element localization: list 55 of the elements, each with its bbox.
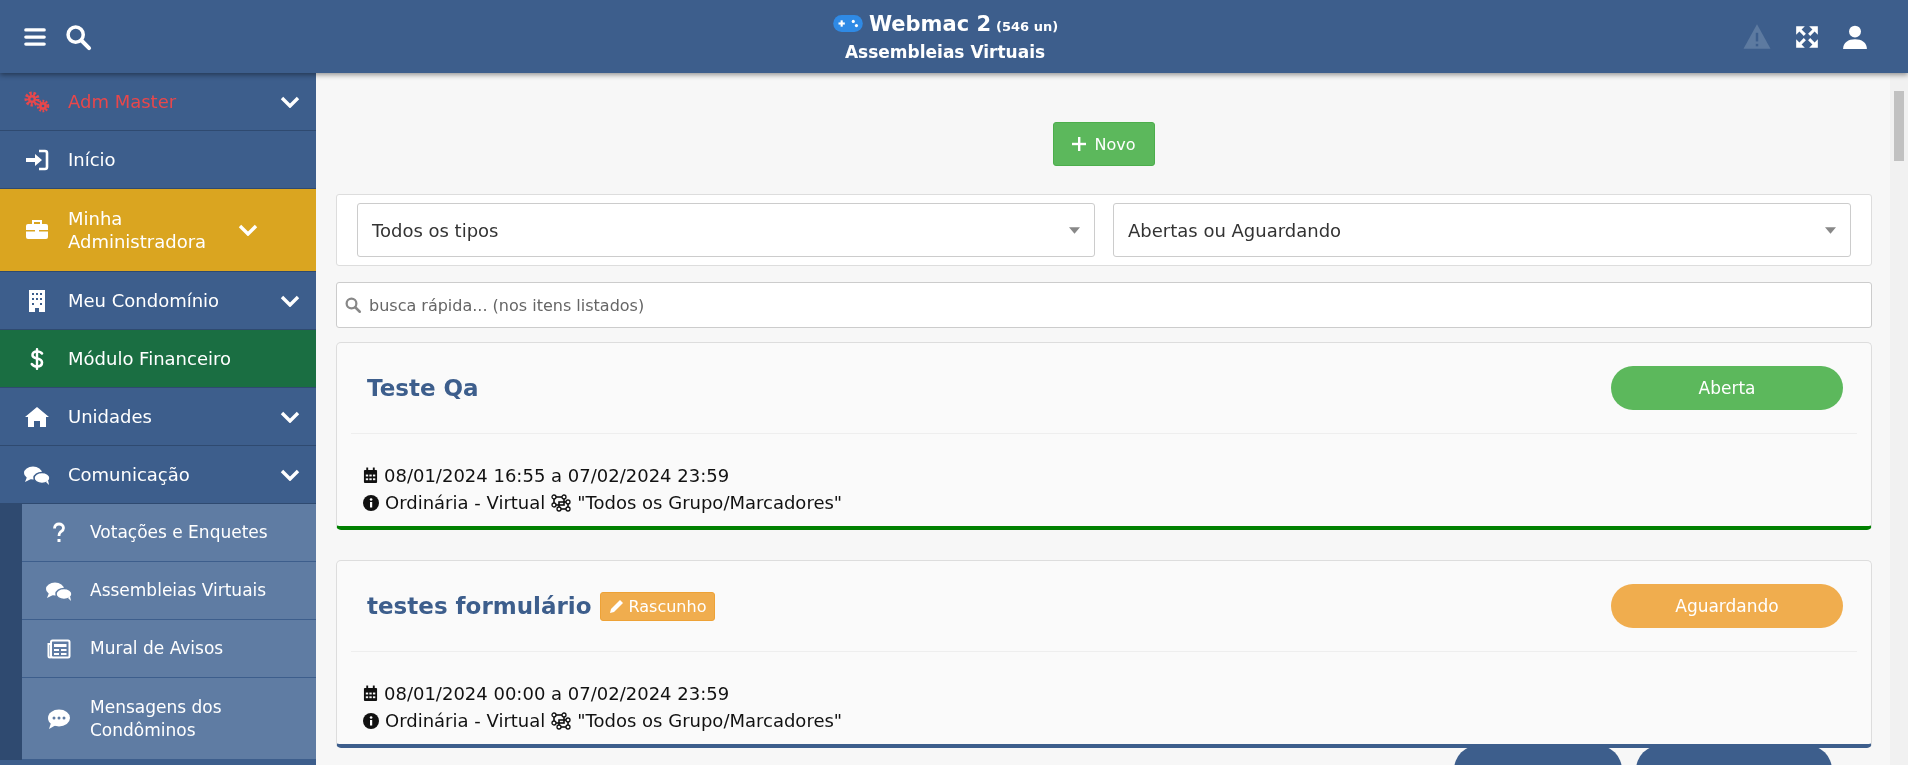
date-range: 08/01/2024 16:55 a 07/02/2024 23:59 [384, 465, 730, 486]
draft-badge: Rascunho [599, 591, 716, 621]
sidebar-item[interactable]: Módulo Financeiro [0, 330, 316, 388]
search-icon [344, 296, 362, 314]
submenu-item[interactable]: Votações e Enquetes [22, 504, 316, 562]
fullscreen-icon[interactable] [1794, 23, 1820, 50]
sidebar-item[interactable]: Unidades [0, 388, 316, 446]
group-filter: "Todos os Grupo/Marcadores" [577, 492, 843, 513]
gamepad-icon [831, 14, 864, 33]
comment-icon [47, 707, 71, 730]
page-title: Assembleias Virtuais [844, 41, 1046, 62]
dollar-icon [29, 346, 45, 371]
sign-in-icon [25, 148, 49, 171]
card-title: testes formulário [367, 593, 592, 619]
chevron-down-icon [280, 294, 300, 307]
submenu-item[interactable]: Assembleias Virtuais [22, 562, 316, 620]
filter-dropdown[interactable]: Todos os tipos [357, 203, 1095, 257]
assembly-card[interactable]: testes formulário Rascunho Aguardando 08/01/2024 00:00 a 07/02/2024 23:59 Ordinária - Virtual "Todos os Grupo/Marcadores" [336, 560, 1872, 748]
search-field[interactable]: busca rápida... (nos itens listados) [336, 282, 1872, 328]
plus-icon [1072, 137, 1087, 151]
info-icon [363, 712, 379, 729]
building-icon [28, 288, 46, 313]
status-badge: Aberta [1611, 366, 1843, 410]
group-filter: "Todos os Grupo/Marcadores" [577, 710, 843, 731]
search-icon[interactable] [64, 22, 92, 51]
pencil-icon [608, 598, 625, 614]
unit-count: (546 un) [996, 18, 1059, 34]
chevron-down-icon [280, 468, 300, 481]
status-badge: Aguardando [1611, 584, 1843, 628]
date-range: 08/01/2024 00:00 a 07/02/2024 23:59 [384, 683, 730, 704]
gears-icon [24, 90, 50, 113]
chevron-down-icon [280, 410, 300, 423]
chevron-down-icon [238, 224, 258, 236]
assembly-card[interactable]: Teste Qa Aberta 08/01/2024 16:55 a 07/02/2024 23:59 Ordinária - Virtual "Todos os Grupo/Marcadores" [336, 342, 1872, 530]
home-icon [24, 405, 50, 428]
filter-dropdown[interactable]: Abertas ou Aguardando [1113, 203, 1851, 257]
card-title: Teste Qa [367, 375, 479, 401]
info-icon [363, 494, 379, 511]
submenu-item[interactable]: Mural de Avisos [22, 620, 316, 678]
dropdown-caret-icon [1069, 226, 1080, 234]
chevron-down-icon [280, 95, 300, 108]
dropdown-caret-icon [1825, 226, 1836, 234]
object-group-icon [551, 711, 572, 730]
calendar-icon [363, 685, 378, 702]
newspaper-icon [47, 638, 71, 659]
object-group-icon [551, 493, 572, 512]
submenu-item[interactable]: Mensagens dos Condôminos [22, 678, 316, 760]
calendar-icon [363, 467, 378, 484]
user-icon[interactable] [1842, 23, 1868, 50]
assembly-type: Ordinária - Virtual [385, 492, 546, 513]
assembly-type: Ordinária - Virtual [385, 710, 546, 731]
scrollbar[interactable] [1890, 73, 1908, 765]
briefcase-icon [25, 219, 49, 241]
question-icon [52, 521, 66, 544]
app-title: Webmac 2 [868, 11, 992, 36]
